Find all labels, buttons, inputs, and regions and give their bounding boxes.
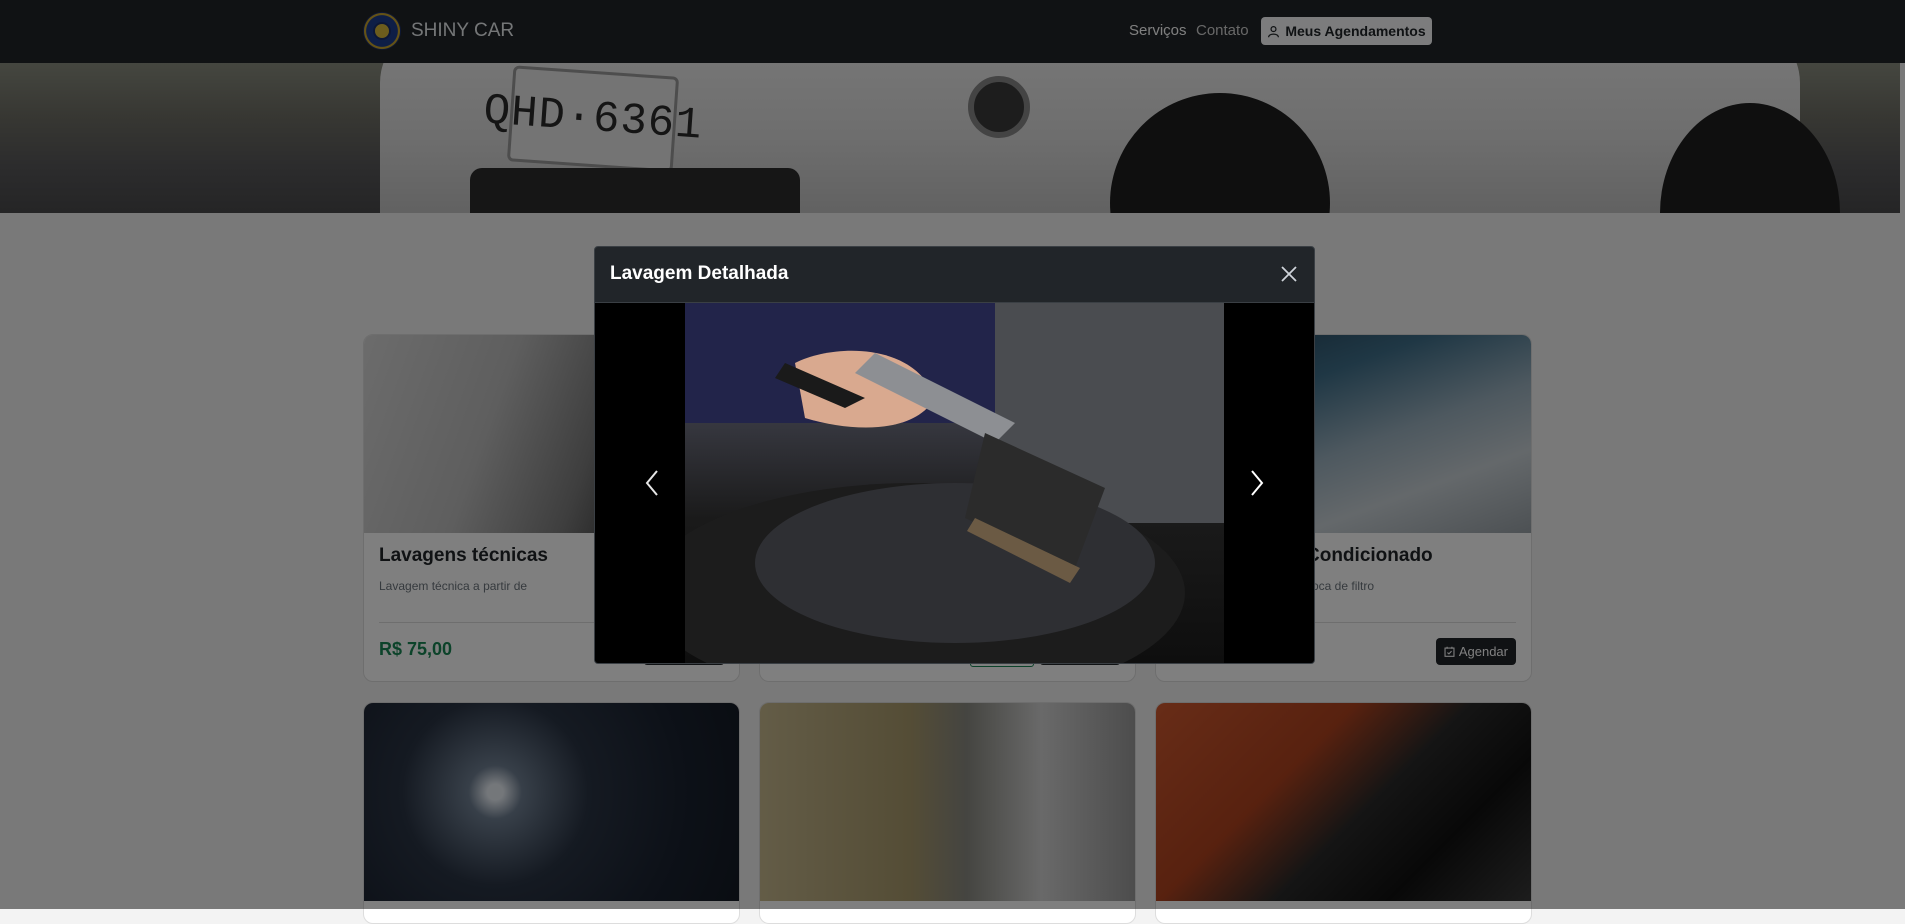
carousel-next-button[interactable]	[1242, 463, 1272, 503]
carousel-prev-button[interactable]	[637, 463, 667, 503]
vacuum-cleaning-photo	[685, 303, 1224, 663]
close-icon[interactable]	[1278, 263, 1300, 285]
chevron-right-icon	[1251, 470, 1264, 496]
modal-title: Lavagem Detalhada	[610, 263, 789, 284]
carousel-slide-image	[685, 303, 1224, 663]
modal-header: Lavagem Detalhada	[595, 247, 1314, 303]
carousel	[595, 303, 1314, 663]
chevron-left-icon	[645, 470, 658, 496]
service-gallery-modal: Lavagem Detalhada	[594, 246, 1315, 664]
